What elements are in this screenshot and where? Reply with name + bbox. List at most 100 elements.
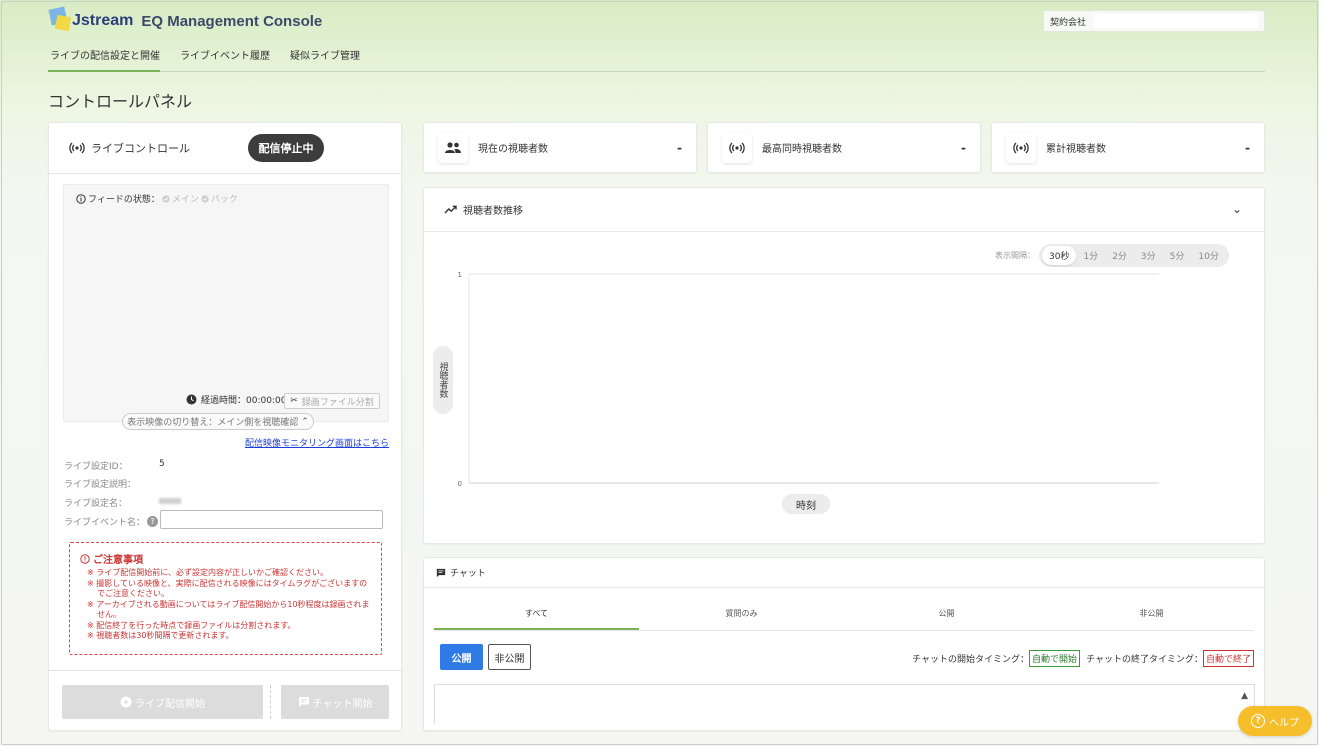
start-live-label: ライブ配信開始: [135, 698, 205, 710]
graph-header[interactable]: 視聴者数推移 ⌄: [424, 188, 1264, 232]
start-chat-button[interactable]: チャット開始: [281, 685, 389, 719]
notice-line: ※ ライブ配信開始前に、必ず設定内容が正しいかご確認ください。: [87, 568, 329, 577]
start-live-button[interactable]: ライブ配信開始: [62, 685, 263, 719]
chat-timing: チャットの開始タイミング： 自動で開始 チャットの終了タイミング： 自動で終了: [912, 650, 1254, 667]
company-field: 契約会社: [1043, 10, 1265, 32]
y-tick-label: 1: [458, 271, 462, 279]
live-control-footer: ライブ配信開始 チャット開始: [49, 670, 403, 732]
help-button[interactable]: ? ヘルプ: [1238, 706, 1312, 736]
nav-pseudo-live[interactable]: 疑似ライブ管理: [290, 44, 360, 72]
stat-label: 現在の視聴者数: [478, 144, 548, 155]
question-circle-icon: ?: [1251, 714, 1265, 728]
live-control-header: ライブコントロール: [49, 123, 401, 174]
chat-message-list[interactable]: ▲: [434, 684, 1255, 724]
feed-back: バック: [210, 195, 238, 205]
broadcast-icon: [722, 132, 752, 163]
interval-3m[interactable]: 3分: [1134, 246, 1163, 265]
chat-card: チャット すべて 質問のみ 公開 非公開 公開 非公開 チャットの開始タイミング…: [423, 557, 1265, 731]
people-icon: [438, 132, 468, 163]
clock-icon: [186, 394, 197, 405]
broadcast-icon: [1006, 132, 1036, 163]
stat-peak-viewers: 最高同時視聴者数 -: [707, 122, 981, 173]
interval-1m[interactable]: 1分: [1076, 246, 1105, 265]
stat-total-viewers: 累計視聴者数 -: [991, 122, 1265, 173]
help-label: ヘルプ: [1269, 717, 1299, 729]
split-recording-label: 録画ファイル分割: [301, 397, 374, 408]
elapsed-label: 経過時間：00:00:00: [201, 396, 287, 406]
tab-questions-only[interactable]: 質問のみ: [639, 600, 844, 630]
setting-id-value: 5: [159, 459, 165, 469]
chat-header: チャット: [424, 558, 1264, 588]
feed-preview: フィードの状態： メイン バック 経過時間：00:00:00 ✂ 録画ファイル分…: [63, 184, 389, 422]
notice-title-text: ご注意事項: [93, 555, 143, 566]
end-timing-label: チャットの終了タイミング：: [1086, 655, 1203, 665]
info-icon: [76, 193, 86, 204]
stat-current-viewers: 現在の視聴者数 -: [423, 122, 697, 173]
notice-line: せん。: [97, 610, 121, 619]
private-button[interactable]: 非公開: [488, 644, 531, 670]
nav-live-event-history[interactable]: ライブイベント履歴: [180, 44, 270, 72]
logo-mark: [48, 6, 74, 34]
footer-divider: [270, 685, 271, 719]
tab-private[interactable]: 非公開: [1049, 600, 1254, 630]
elapsed-time: 経過時間：00:00:00: [186, 393, 286, 406]
setting-desc-label: ライブ設定説明：: [64, 480, 137, 490]
company-value: [1094, 14, 1258, 28]
stat-value: -: [961, 140, 966, 155]
chevron-down-icon[interactable]: ⌄: [1232, 202, 1242, 216]
tab-all[interactable]: すべて: [434, 600, 639, 630]
live-control-title: ライブコントロール: [91, 142, 190, 155]
public-button[interactable]: 公開: [440, 644, 483, 670]
notice-line: でご注意ください。: [97, 589, 169, 598]
status-badge: 配信停止中: [248, 134, 324, 162]
help-question-icon[interactable]: ?: [147, 516, 159, 527]
notice-line: ※ 視聴者数は30秒間隔で更新されます。: [87, 631, 234, 640]
stat-value: -: [1245, 140, 1250, 155]
play-circle-icon: [120, 696, 132, 708]
event-name-input[interactable]: [160, 510, 383, 529]
broadcast-icon: [69, 142, 85, 154]
feed-status-label: フィードの状態：: [88, 195, 160, 205]
split-recording-button[interactable]: ✂ 録画ファイル分割: [284, 393, 380, 409]
brand-name: Jstream: [72, 12, 134, 29]
scroll-up-icon[interactable]: ▲: [1241, 691, 1248, 701]
nav-live-settings[interactable]: ライブの配信設定と開催: [48, 44, 160, 72]
monitor-link[interactable]: 配信映像モニタリング画面はこちら: [245, 436, 389, 449]
interval-group: 30秒 1分 2分 3分 5分 10分: [1039, 244, 1229, 267]
viewer-chart: 1 0: [458, 271, 1159, 488]
console-name: EQ Management Console: [141, 13, 323, 30]
notice-title: ご注意事項: [80, 551, 371, 566]
viewer-graph-card: 視聴者数推移 ⌄ 表示間隔： 30秒 1分 2分 3分 5分 10分 視聴者数 …: [423, 187, 1265, 544]
event-name-row: ライブイベント名： ?: [64, 515, 159, 528]
start-chat-label: チャット開始: [312, 698, 373, 710]
check-circle-icon: [162, 194, 170, 203]
y-tick-label: 0: [458, 480, 462, 488]
chat-title: チャット: [450, 569, 486, 579]
interval-2m[interactable]: 2分: [1105, 246, 1134, 265]
setting-id-label: ライブ設定ID：: [64, 462, 128, 472]
chat-icon: [436, 568, 446, 577]
trending-up-icon: [444, 205, 457, 214]
notice-line: ※ 配信終了を行った時点で録画ファイルは分割されます。: [87, 620, 296, 630]
jstream-logo[interactable]: Jstream EQ Management Console: [48, 6, 322, 34]
live-control-card: ライブコントロール 配信停止中 フィードの状態： メイン バック 経過時間：00…: [48, 122, 403, 732]
page-title: コントロールパネル: [48, 92, 193, 111]
setting-name-value-blurred: [159, 498, 181, 504]
interval-10m[interactable]: 10分: [1191, 246, 1225, 265]
tab-public[interactable]: 公開: [844, 600, 1049, 630]
end-timing-badge[interactable]: 自動で終了: [1202, 650, 1254, 667]
company-label: 契約会社: [1050, 17, 1087, 28]
switch-view-button[interactable]: 表示映像の切り替え：メイン側を視聴確認 ⌃: [122, 413, 314, 430]
interval-label: 表示間隔：: [995, 251, 1035, 260]
start-timing-label: チャットの開始タイミング：: [912, 655, 1030, 665]
start-timing-badge[interactable]: 自動で開始: [1029, 650, 1081, 667]
interval-30s[interactable]: 30秒: [1042, 246, 1077, 265]
chat-tabs: すべて 質問のみ 公開 非公開: [434, 600, 1254, 631]
notice-line: ※ アーカイブされる動画についてはライブ配信開始から10秒程度は録画されま: [87, 599, 370, 609]
feed-status: フィードの状態： メイン バック: [76, 192, 238, 205]
notice-line: ※ 撮影している映像と、実際に配信される映像にはタイムラグがございますの: [87, 578, 368, 588]
top-nav: ライブの配信設定と開催 ライブイベント履歴 疑似ライブ管理: [48, 44, 1265, 72]
switch-view-label: 表示映像の切り替え：メイン側を視聴確認: [127, 418, 299, 428]
interval-5m[interactable]: 5分: [1163, 246, 1192, 265]
setting-name-label: ライブ設定名：: [64, 499, 128, 509]
